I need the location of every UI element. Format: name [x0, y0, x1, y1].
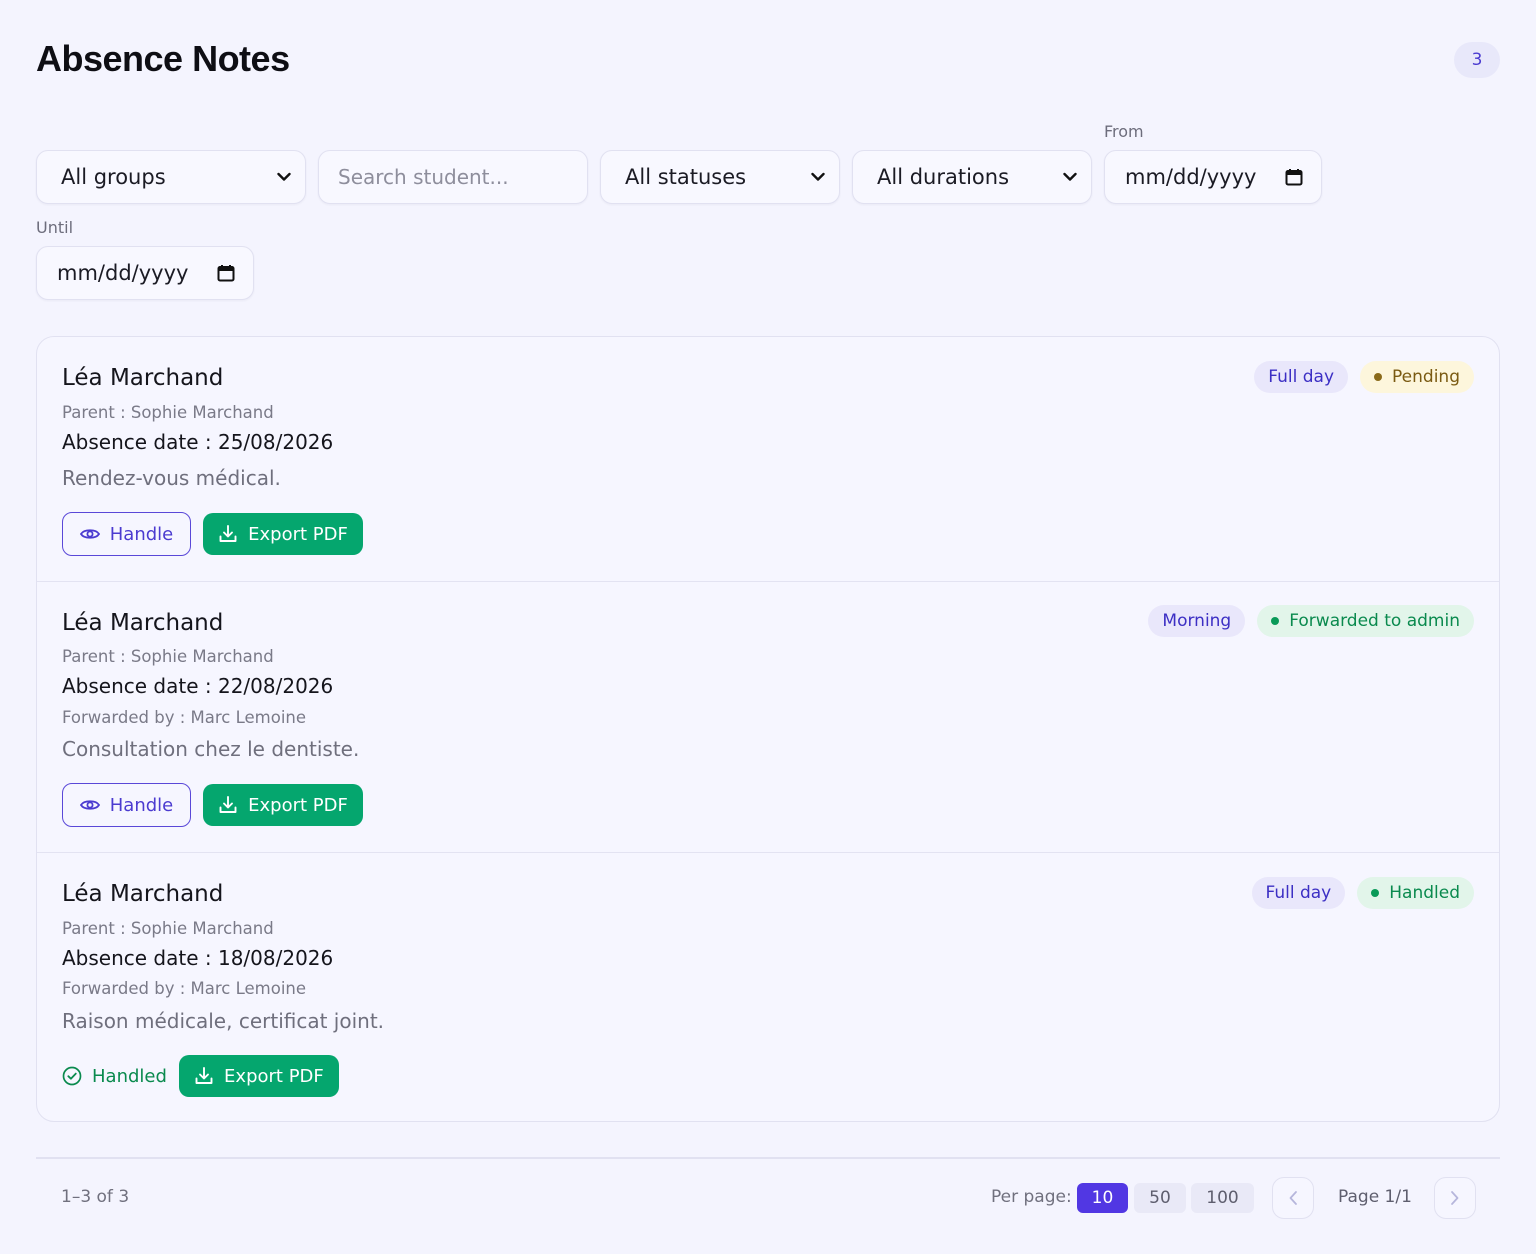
student-name: Léa Marchand [62, 881, 224, 907]
status-dot-icon [1371, 889, 1380, 897]
page-title: Absence Notes [36, 38, 290, 79]
duration-badge: Full day [1254, 361, 1349, 393]
eye-icon [79, 529, 100, 539]
previous-page-button[interactable] [1272, 1177, 1314, 1219]
export-pdf-button[interactable]: Export PDF [203, 513, 363, 555]
student-name: Léa Marchand [62, 610, 224, 636]
group-select[interactable]: All groups [36, 150, 306, 204]
handle-button-label: Handle [109, 523, 174, 545]
export-pdf-button[interactable]: Export PDF [203, 784, 363, 826]
note-tags: Morning Forwarded to admin [1148, 605, 1474, 637]
status-dot-icon [1374, 373, 1383, 381]
from-date-input[interactable]: mm/dd/yyyy [1104, 150, 1322, 204]
status-badge: Forwarded to admin [1257, 605, 1474, 637]
page-header: Absence Notes 3 [36, 38, 1500, 84]
forwarded-by: Forwarded by : Marc Lemoine [62, 979, 307, 998]
from-date-value: mm/dd/yyyy [1125, 165, 1257, 189]
status-badge-label: Handled [1389, 883, 1460, 903]
note-actions: Handled Export PDF [62, 1055, 339, 1097]
absence-reason: Raison médicale, certificat joint. [62, 1009, 385, 1033]
forwarded-by: Forwarded by : Marc Lemoine [62, 708, 307, 727]
status-badge: Pending [1360, 361, 1474, 393]
calendar-icon[interactable] [217, 264, 235, 282]
absence-notes-list: Léa Marchand Parent : Sophie Marchand Ab… [36, 336, 1500, 1122]
duration-select[interactable]: All durations [852, 150, 1092, 204]
from-label: From [1104, 122, 1144, 141]
duration-badge: Full day [1251, 877, 1346, 909]
until-label: Until [36, 218, 74, 237]
absence-date: Absence date : 22/08/2026 [62, 674, 334, 698]
download-icon [195, 1067, 213, 1084]
parent-name: Parent : Sophie Marchand [62, 403, 274, 422]
per-page-label: Per page: [991, 1187, 1072, 1207]
chevron-left-icon [1289, 1191, 1297, 1205]
note-actions: Handle Export PDF [62, 512, 363, 556]
export-pdf-label: Export PDF [224, 1065, 324, 1087]
until-date-input[interactable]: mm/dd/yyyy [36, 246, 254, 300]
per-page-option-50[interactable]: 50 [1134, 1183, 1186, 1213]
status-select-value: All statuses [625, 165, 747, 189]
chevron-down-icon [277, 170, 291, 184]
note-actions: Handle Export PDF [62, 783, 363, 827]
status-dot-icon [1271, 617, 1280, 625]
download-icon [219, 525, 237, 542]
handle-button-label: Handle [109, 794, 174, 816]
handled-status: Handled [62, 1066, 167, 1087]
export-pdf-label: Export PDF [248, 523, 348, 545]
page-info: Page 1/1 [1338, 1187, 1412, 1207]
absence-note-card: Léa Marchand Parent : Sophie Marchand Ab… [37, 853, 1499, 1121]
note-tags: Full day Pending [1254, 361, 1474, 393]
note-tags: Full day Handled [1251, 877, 1474, 909]
status-badge: Handled [1357, 877, 1474, 909]
calendar-icon[interactable] [1285, 168, 1303, 186]
absence-reason: Consultation chez le dentiste. [62, 737, 360, 761]
group-select-value: All groups [61, 165, 166, 189]
absence-date: Absence date : 18/08/2026 [62, 946, 334, 970]
handle-button[interactable]: Handle [62, 512, 191, 556]
duration-select-value: All durations [877, 165, 1010, 189]
eye-icon [79, 800, 100, 810]
status-badge-label: Pending [1392, 367, 1460, 387]
export-pdf-button[interactable]: Export PDF [178, 1055, 339, 1097]
chevron-down-icon [811, 170, 825, 184]
handle-button[interactable]: Handle [62, 783, 191, 827]
absence-note-card: Léa Marchand Parent : Sophie Marchand Ab… [37, 337, 1499, 582]
parent-name: Parent : Sophie Marchand [62, 919, 274, 938]
search-input[interactable]: Search student... [318, 150, 588, 204]
parent-name: Parent : Sophie Marchand [62, 647, 274, 666]
absence-note-card: Léa Marchand Parent : Sophie Marchand Ab… [37, 582, 1499, 853]
chevron-down-icon [1063, 170, 1077, 184]
search-placeholder: Search student... [338, 165, 509, 189]
footer-divider [36, 1157, 1500, 1159]
status-badge-label: Forwarded to admin [1289, 611, 1460, 631]
handled-status-label: Handled [92, 1065, 167, 1087]
chevron-right-icon [1451, 1191, 1459, 1205]
export-pdf-label: Export PDF [248, 794, 348, 816]
per-page-option-100[interactable]: 100 [1191, 1183, 1254, 1213]
result-range: 1–3 of 3 [61, 1187, 130, 1207]
count-badge: 3 [1454, 42, 1500, 78]
download-icon [219, 796, 237, 813]
per-page-option-10[interactable]: 10 [1077, 1183, 1128, 1213]
absence-date: Absence date : 25/08/2026 [62, 430, 334, 454]
check-circle-icon [62, 1066, 82, 1086]
until-date-value: mm/dd/yyyy [57, 261, 189, 285]
next-page-button[interactable] [1434, 1177, 1476, 1219]
duration-badge: Morning [1148, 605, 1246, 637]
status-select[interactable]: All statuses [600, 150, 840, 204]
student-name: Léa Marchand [62, 365, 224, 391]
absence-reason: Rendez-vous médical. [62, 466, 281, 490]
